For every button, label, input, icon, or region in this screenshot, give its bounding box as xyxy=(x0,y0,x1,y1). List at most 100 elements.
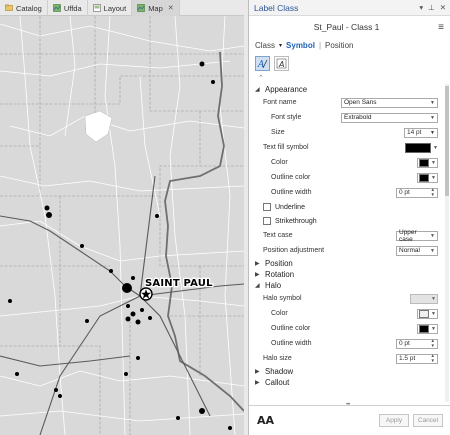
size-row: Size 14 pt ▼ xyxy=(249,125,445,140)
underline-label: Underline xyxy=(275,203,305,211)
size-label: Size xyxy=(271,129,285,136)
size-stepper[interactable]: 14 pt ▼ xyxy=(404,127,438,138)
text-fill-swatch[interactable] xyxy=(405,142,432,153)
caret-collapsed-icon: ▶ xyxy=(255,369,260,375)
position-adjustment-dropdown[interactable]: Normal ▼ xyxy=(396,245,438,256)
class-name: St_Paul - Class 1 xyxy=(313,22,380,32)
pane-footer: ••• AA Apply Cancel xyxy=(249,402,450,435)
section-rotation-label: Rotation xyxy=(265,270,295,279)
class-dropdown[interactable]: Class xyxy=(255,41,275,50)
map-icon xyxy=(137,4,145,12)
size-value: 14 pt xyxy=(407,129,422,136)
menu-icon[interactable]: ≡ xyxy=(438,22,444,33)
chevron-up-icon[interactable]: ⌃ xyxy=(249,74,450,83)
saint-paul-label[interactable]: SAINT PAUL xyxy=(144,277,214,291)
halo-size-stepper[interactable]: 1.5 pt ▲ ▼ xyxy=(396,353,438,364)
map-icon xyxy=(53,4,61,12)
caret-collapsed-icon: ▶ xyxy=(255,261,260,267)
color-row: Color ▼ xyxy=(249,155,445,170)
position-adjustment-value: Normal xyxy=(399,247,420,254)
halo-outline-width-label: Outline width xyxy=(271,340,312,347)
section-appearance[interactable]: ◢ Appearance xyxy=(249,84,445,95)
tab-layout[interactable]: Layout xyxy=(88,0,133,16)
text-format-button[interactable]: A xyxy=(274,55,289,71)
document-tab-strip: Catalog Uffda Layout Map ✕ xyxy=(0,0,244,16)
halo-symbol-picker[interactable]: ▼ xyxy=(410,293,438,304)
outline-color-row: Outline color ▼ xyxy=(249,170,445,185)
tab-catalog[interactable]: Catalog xyxy=(0,0,48,16)
tab-symbol[interactable]: Symbol xyxy=(286,41,315,50)
section-halo-label: Halo xyxy=(265,281,282,290)
svg-text:A: A xyxy=(278,60,284,69)
subtabs: Class ▾ Symbol | Position xyxy=(249,38,450,52)
chevron-down-icon: ▼ xyxy=(430,129,435,136)
strikethrough-label: Strikethrough xyxy=(275,217,317,225)
chevron-down-icon[interactable]: ▾ xyxy=(419,3,423,12)
chevron-down-icon: ▼ xyxy=(430,247,435,254)
chevron-down-icon: ▼ xyxy=(431,295,436,302)
chevron-down-icon: ▼ xyxy=(430,99,435,106)
section-appearance-label: Appearance xyxy=(265,85,308,94)
chevron-down-icon[interactable]: ▼ xyxy=(433,145,438,151)
scrollbar-thumb[interactable] xyxy=(445,86,449,196)
strikethrough-checkbox[interactable] xyxy=(263,217,271,225)
section-shadow[interactable]: ▶ Shadow xyxy=(249,366,445,377)
text-fill-label: Text fill symbol xyxy=(263,144,309,151)
close-tab-icon[interactable]: ✕ xyxy=(168,4,174,12)
font-name-dropdown[interactable]: Open Sans ▼ xyxy=(341,97,438,108)
font-style-row: Font style Extrabold ▼ xyxy=(249,110,445,125)
tab-map-label: Map xyxy=(148,3,163,13)
section-halo[interactable]: ◢ Halo xyxy=(249,280,445,291)
tab-map[interactable]: Map ✕ xyxy=(132,0,180,16)
spinner-icon: ▲ ▼ xyxy=(430,187,435,197)
apply-button[interactable]: Apply xyxy=(379,414,409,427)
caret-collapsed-icon: ▶ xyxy=(255,380,260,386)
outline-color-label: Outline color xyxy=(271,174,311,181)
section-rotation[interactable]: ▶ Rotation xyxy=(249,269,445,280)
color-picker[interactable]: ▼ xyxy=(417,157,438,168)
text-format-icon: A xyxy=(276,58,287,69)
tab-catalog-label: Catalog xyxy=(16,3,42,13)
halo-color-row: Color ▼ xyxy=(249,306,445,321)
tab-position[interactable]: Position xyxy=(325,41,353,50)
map-view[interactable]: SAINT PAUL xyxy=(0,16,244,435)
halo-outline-width-stepper[interactable]: 0 pt ▲ ▼ xyxy=(396,338,438,349)
chevron-down-icon: ▼ xyxy=(430,114,435,121)
close-icon[interactable]: ✕ xyxy=(440,3,446,12)
pane-title: Label Class xyxy=(254,2,299,13)
halo-size-label: Halo size xyxy=(263,355,292,362)
outline-width-stepper[interactable]: 0 pt ▲ ▼ xyxy=(396,187,438,198)
properties-scrollbar[interactable] xyxy=(445,84,449,402)
chevron-down-icon: ▼ xyxy=(431,159,436,166)
underline-checkbox[interactable] xyxy=(263,203,271,211)
caret-expanded-icon: ◢ xyxy=(255,283,260,289)
halo-color-picker[interactable]: ▼ xyxy=(417,308,438,319)
resize-grip-icon[interactable]: ••• xyxy=(346,402,350,408)
text-preview: AA xyxy=(257,414,275,427)
cancel-button[interactable]: Cancel xyxy=(413,414,443,427)
separator: | xyxy=(318,40,322,50)
text-brush-icon: A xyxy=(257,59,268,69)
halo-symbol-row: Halo symbol ▼ xyxy=(249,291,445,306)
map-canvas[interactable]: SAINT PAUL xyxy=(0,16,244,435)
section-position[interactable]: ▶ Position xyxy=(249,258,445,269)
font-style-dropdown[interactable]: Extrabold ▼ xyxy=(341,112,438,123)
halo-outline-width-value: 0 pt xyxy=(399,340,410,347)
halo-color-label: Color xyxy=(271,310,288,317)
halo-outline-color-picker[interactable]: ▼ xyxy=(417,323,438,334)
text-case-dropdown[interactable]: Upper case ▼ xyxy=(396,228,438,243)
pane-titlebar: Label Class ▾ ⊥ ✕ xyxy=(249,0,450,16)
chevron-down-icon: ▼ xyxy=(431,325,436,332)
outline-color-picker[interactable]: ▼ xyxy=(417,172,438,183)
section-callout[interactable]: ▶ Callout xyxy=(249,377,445,388)
font-name-label: Font name xyxy=(263,99,297,106)
text-case-value: Upper case xyxy=(399,228,417,243)
label-class-pane: Label Class ▾ ⊥ ✕ St_Paul - Class 1 ≡ Cl… xyxy=(248,0,450,435)
tab-uffda-label: Uffda xyxy=(63,3,82,13)
capital-star-icon xyxy=(139,287,153,301)
pin-icon[interactable]: ⊥ xyxy=(428,3,435,12)
halo-size-value: 1.5 pt xyxy=(399,355,416,362)
tab-uffda[interactable]: Uffda xyxy=(48,0,88,16)
chevron-down-icon[interactable]: ▾ xyxy=(279,42,282,49)
text-symbol-properties-button[interactable]: A xyxy=(255,55,270,71)
